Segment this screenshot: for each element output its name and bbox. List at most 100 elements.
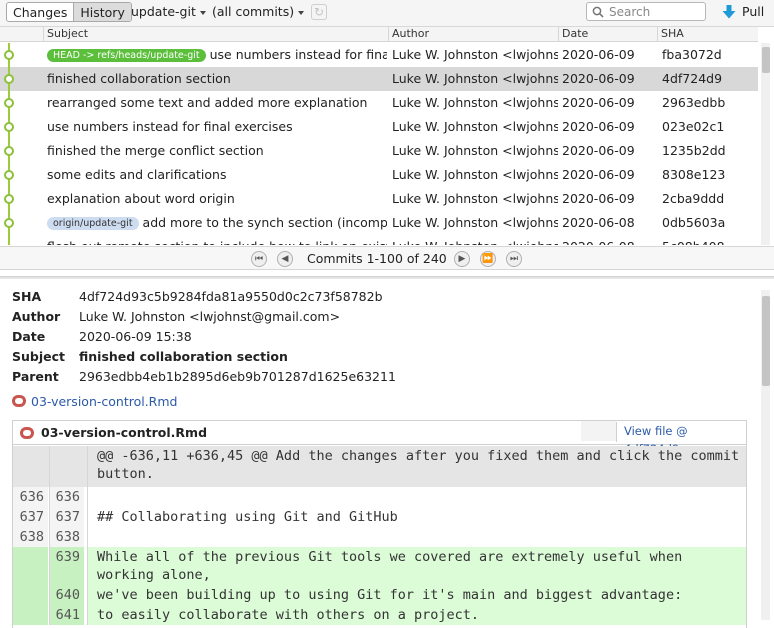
subject-value: finished collaboration section	[79, 349, 288, 364]
commit-subject-text: finished collaboration section	[47, 71, 231, 86]
sha-value: 4df724d93c5b9284fda81a9550d0c2c73f58782b	[79, 289, 383, 304]
branch-dropdown[interactable]: update-git	[131, 4, 206, 19]
diff-context-line: 636 636	[13, 487, 746, 507]
old-line-number	[13, 446, 48, 487]
search-input[interactable]	[609, 4, 703, 19]
changed-file-link[interactable]: 03-version-control.Rmd	[12, 394, 177, 409]
date-label: Date	[12, 329, 46, 344]
commit-list-header: Subject Author Date SHA	[0, 27, 758, 42]
date-value: 2020-06-09 15:38	[79, 329, 192, 344]
parent-label: Parent	[12, 369, 59, 384]
head-ref-badge: HEAD -> refs/heads/update-git	[47, 49, 206, 62]
commit-subject: use numbers instead for final exercises	[47, 115, 387, 139]
commit-date: 2020-06-09	[562, 167, 635, 182]
search-box[interactable]	[586, 2, 706, 21]
commit-node-icon	[4, 98, 14, 108]
commit-date: 2020-06-09	[562, 143, 635, 158]
new-line-number: 638	[49, 527, 84, 547]
pane-splitter[interactable]	[0, 276, 774, 279]
pull-arrow-icon	[722, 4, 736, 18]
chevron-down-icon	[298, 10, 305, 15]
commit-author: Luke W. Johnston <lwjohnst	[392, 71, 558, 86]
diff-line-text: ## Collaborating using Git and GitHub	[87, 507, 746, 527]
diff-file-name: 03-version-control.Rmd	[41, 425, 208, 440]
forward-page-button[interactable]: ⏩	[480, 251, 496, 267]
author-label: Author	[12, 309, 61, 324]
detail-scroll-thumb[interactable]	[762, 296, 770, 386]
commit-subject: origin/update-git add more to the synch s…	[47, 211, 387, 235]
commit-node-icon	[4, 218, 14, 228]
pull-button[interactable]: Pull	[722, 4, 764, 19]
next-page-button[interactable]: ▶	[454, 251, 470, 267]
rmd-file-icon	[20, 427, 34, 439]
commit-filter-dropdown[interactable]: (all commits)	[212, 4, 305, 19]
commit-node-icon	[4, 122, 14, 132]
diff-line-text	[87, 487, 746, 507]
commit-row[interactable]: rearranged some text and added more expl…	[0, 91, 758, 115]
commit-node-icon	[4, 194, 14, 204]
commit-date: 2020-06-09	[562, 71, 635, 86]
commit-author: Luke W. Johnston <lwjohnst	[392, 119, 558, 134]
commit-row[interactable]: origin/update-git add more to the synch s…	[0, 211, 758, 235]
diff-line-text: While all of the previous Git tools we c…	[87, 547, 746, 585]
commit-sha: 5c08b408	[662, 235, 752, 245]
commit-subject-text: rearranged some text and added more expl…	[47, 95, 368, 110]
diff-panel: 03-version-control.Rmd View file @ 4df72…	[12, 420, 747, 628]
commit-list-scroll-thumb[interactable]	[762, 47, 770, 73]
commit-list-scrollbar[interactable]	[761, 43, 770, 245]
changed-file-name: 03-version-control.Rmd	[31, 394, 178, 409]
diff-line-text: to easily collaborate with others on a p…	[87, 605, 746, 625]
commit-sha: 0db5603a	[662, 215, 726, 230]
new-line-number: 639	[49, 547, 84, 585]
subject-label: Subject	[12, 349, 65, 364]
commit-row[interactable]: explanation about word origin Luke W. Joh…	[0, 187, 758, 211]
view-file-link[interactable]: View file @ 4df724d9	[616, 422, 746, 456]
pager-text: Commits 1-100 of 240	[307, 251, 447, 266]
diff-header-spacer	[581, 421, 616, 441]
sha-column-header[interactable]: SHA	[657, 27, 758, 41]
history-button[interactable]: History	[74, 3, 131, 21]
refresh-icon[interactable]: ↻	[311, 4, 327, 20]
commit-date: 2020-06-08	[562, 235, 656, 245]
commit-subject: rearranged some text and added more expl…	[47, 91, 387, 115]
diff-hunk-header: @@ -636,11 +636,45 @@ Add the changes af…	[13, 446, 746, 487]
diff-line-text: we've been building up to using Git for …	[87, 585, 746, 605]
commit-sha: 8308e123	[662, 167, 726, 182]
commit-date: 2020-06-08	[562, 215, 635, 230]
pager: ⏮ ◀ Commits 1-100 of 240 ▶ ⏩ ⏭	[0, 246, 774, 270]
changes-button[interactable]: Changes	[7, 3, 75, 21]
rmd-file-icon	[12, 395, 26, 407]
subject-column-header[interactable]: Subject	[43, 27, 388, 41]
previous-page-button[interactable]: ◀	[277, 251, 293, 267]
commit-subject-text: add more to the synch section (incomple	[142, 215, 387, 230]
commit-author: Luke W. Johnston <lwjohnst	[392, 143, 558, 158]
date-column-header[interactable]: Date	[558, 27, 657, 41]
commit-row[interactable]: finished the merge conflict section Luke …	[0, 139, 758, 163]
commit-subject: finished collaboration section	[47, 67, 387, 91]
parent-value[interactable]: 2963edbb4eb1b2895d6eb9b701287d1625e63211	[79, 367, 396, 387]
commit-sha: fba3072d	[662, 47, 722, 62]
chevron-down-icon	[199, 10, 206, 15]
diff-added-line: 640 we've been building up to using Git f…	[13, 585, 746, 605]
commit-row[interactable]: HEAD -> refs/heads/update-git use numbers…	[0, 43, 758, 67]
commit-subject-text: use numbers instead for final	[209, 47, 387, 62]
commit-row[interactable]: finished collaboration section Luke W. Jo…	[0, 67, 758, 91]
diff-context-line: 638 638	[13, 527, 746, 547]
commit-subject-text: use numbers instead for final exercises	[47, 119, 293, 134]
first-page-button[interactable]: ⏮	[251, 251, 267, 267]
commit-date: 2020-06-09	[562, 95, 635, 110]
commit-subject: some edits and clarifications	[47, 163, 387, 187]
author-column-header[interactable]: Author	[388, 27, 558, 41]
detail-scrollbar[interactable]	[761, 290, 770, 620]
commit-row[interactable]: some edits and clarifications Luke W. Joh…	[0, 163, 758, 187]
commit-row[interactable]: use numbers instead for final exercises L…	[0, 115, 758, 139]
diff-line-text	[87, 527, 746, 547]
search-icon	[592, 6, 604, 18]
commit-filter-label: (all commits)	[212, 4, 295, 19]
new-line-number: 640	[49, 585, 84, 605]
commit-author: Luke W. Johnston <lwjohnst	[392, 95, 558, 110]
commit-sha: 4df724d9	[662, 71, 723, 86]
last-page-button[interactable]: ⏭	[506, 251, 522, 267]
diff-added-line: 641 to easily collaborate with others on …	[13, 605, 746, 625]
commit-row[interactable]: flesh out remote section to include how …	[0, 235, 758, 245]
